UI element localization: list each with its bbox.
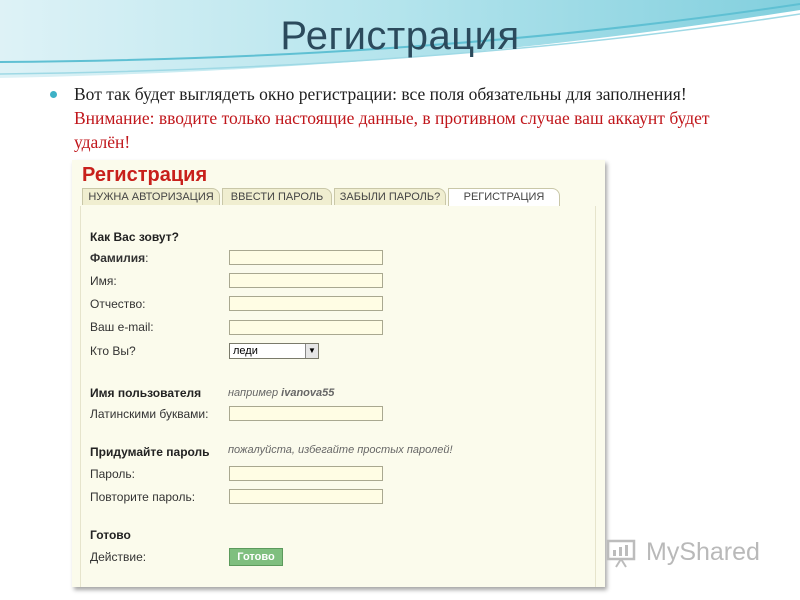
tab-registration[interactable]: РЕГИСТРАЦИЯ [448, 188, 560, 206]
submit-button[interactable]: Готово [229, 548, 283, 566]
section-password-heading: Придумайте пароль [90, 445, 210, 459]
form-area: Как Вас зовут? Фамилия: Имя: Отчество: В… [80, 206, 596, 587]
surname-colon: : [145, 251, 149, 265]
name-label: Имя: [90, 274, 117, 288]
bullet-dot-icon [50, 91, 57, 98]
email-input[interactable] [229, 320, 383, 335]
bullet-text: Вот так будет выглядеть окно регистрации… [74, 82, 750, 154]
who-label: Кто Вы? [90, 344, 136, 358]
tab-need-auth[interactable]: НУЖНА АВТОРИЗАЦИЯ [82, 188, 220, 205]
who-select-value: леди [233, 345, 258, 357]
chevron-down-icon[interactable]: ▼ [305, 344, 318, 358]
surname-label-text: Фамилия [90, 251, 146, 265]
username-hint-prefix: например [228, 387, 282, 399]
repeat-password-input[interactable] [229, 489, 383, 504]
bullet-main-text: Вот так будет выглядеть окно регистрации… [74, 84, 687, 104]
bullet-warning-text: Внимание: вводите только настоящие данны… [74, 108, 710, 152]
action-label: Действие: [90, 550, 147, 564]
tab-enter-password[interactable]: ВВЕСТИ ПАРОЛЬ [222, 188, 332, 205]
tab-forgot-password[interactable]: ЗАБЫЛИ ПАРОЛЬ? [334, 188, 446, 205]
repeat-password-label: Повторите пароль: [90, 490, 196, 504]
watermark-text: MyShared [646, 538, 760, 566]
watermark: MyShared [606, 536, 776, 572]
patronymic-input[interactable] [229, 296, 383, 311]
username-hint-example: ivanova55 [281, 387, 335, 399]
slide-title: Регистрация [280, 14, 520, 58]
who-select[interactable]: леди ▼ [229, 343, 319, 359]
email-label: Ваш e-mail: [90, 320, 154, 334]
surname-label: Фамилия: [90, 251, 149, 265]
surname-input[interactable] [229, 250, 383, 265]
window-header: Регистрация [82, 164, 208, 186]
name-input[interactable] [229, 273, 383, 288]
patronymic-label: Отчество: [90, 297, 146, 311]
presentation-icon [606, 539, 636, 568]
registration-window: Регистрация НУЖНА АВТОРИЗАЦИЯ ВВЕСТИ ПАР… [72, 160, 605, 587]
section-username-heading: Имя пользователя [90, 386, 202, 400]
section-name-heading: Как Вас зовут? [90, 230, 179, 244]
password-label: Пароль: [90, 467, 135, 481]
section-done-heading: Готово [90, 528, 131, 542]
username-input[interactable] [229, 406, 383, 421]
username-hint: например ivanova55 [228, 387, 334, 399]
bullet-item: Вот так будет выглядеть окно регистрации… [50, 82, 750, 154]
latin-label: Латинскими буквами: [90, 407, 209, 421]
password-hint: пожалуйста, избегайте простых паролей! [228, 444, 453, 456]
password-input[interactable] [229, 466, 383, 481]
